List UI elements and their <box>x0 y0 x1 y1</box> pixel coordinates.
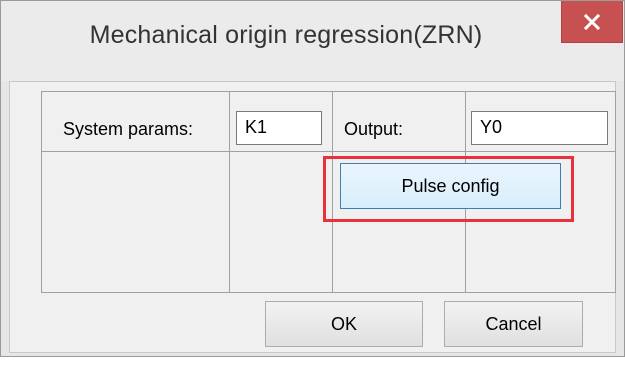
close-icon <box>583 13 601 30</box>
close-button[interactable] <box>561 1 623 43</box>
output-label: Output: <box>344 119 404 139</box>
title-bar[interactable]: Mechanical origin regression(ZRN) <box>1 1 624 81</box>
pulse-config-button[interactable]: Pulse config <box>340 163 561 209</box>
grid-divider <box>229 91 230 293</box>
cancel-button[interactable]: Cancel <box>444 301 583 347</box>
dialog-title: Mechanical origin regression(ZRN) <box>89 21 483 49</box>
ok-button[interactable]: OK <box>265 301 423 347</box>
system-params-input[interactable]: K1 <box>236 111 322 145</box>
dialog-window: Mechanical origin regression(ZRN) System… <box>0 0 625 357</box>
grid-divider <box>332 91 333 293</box>
output-input[interactable]: Y0 <box>471 111 608 145</box>
grid-divider <box>41 151 616 152</box>
system-params-label: System params: <box>63 119 194 139</box>
